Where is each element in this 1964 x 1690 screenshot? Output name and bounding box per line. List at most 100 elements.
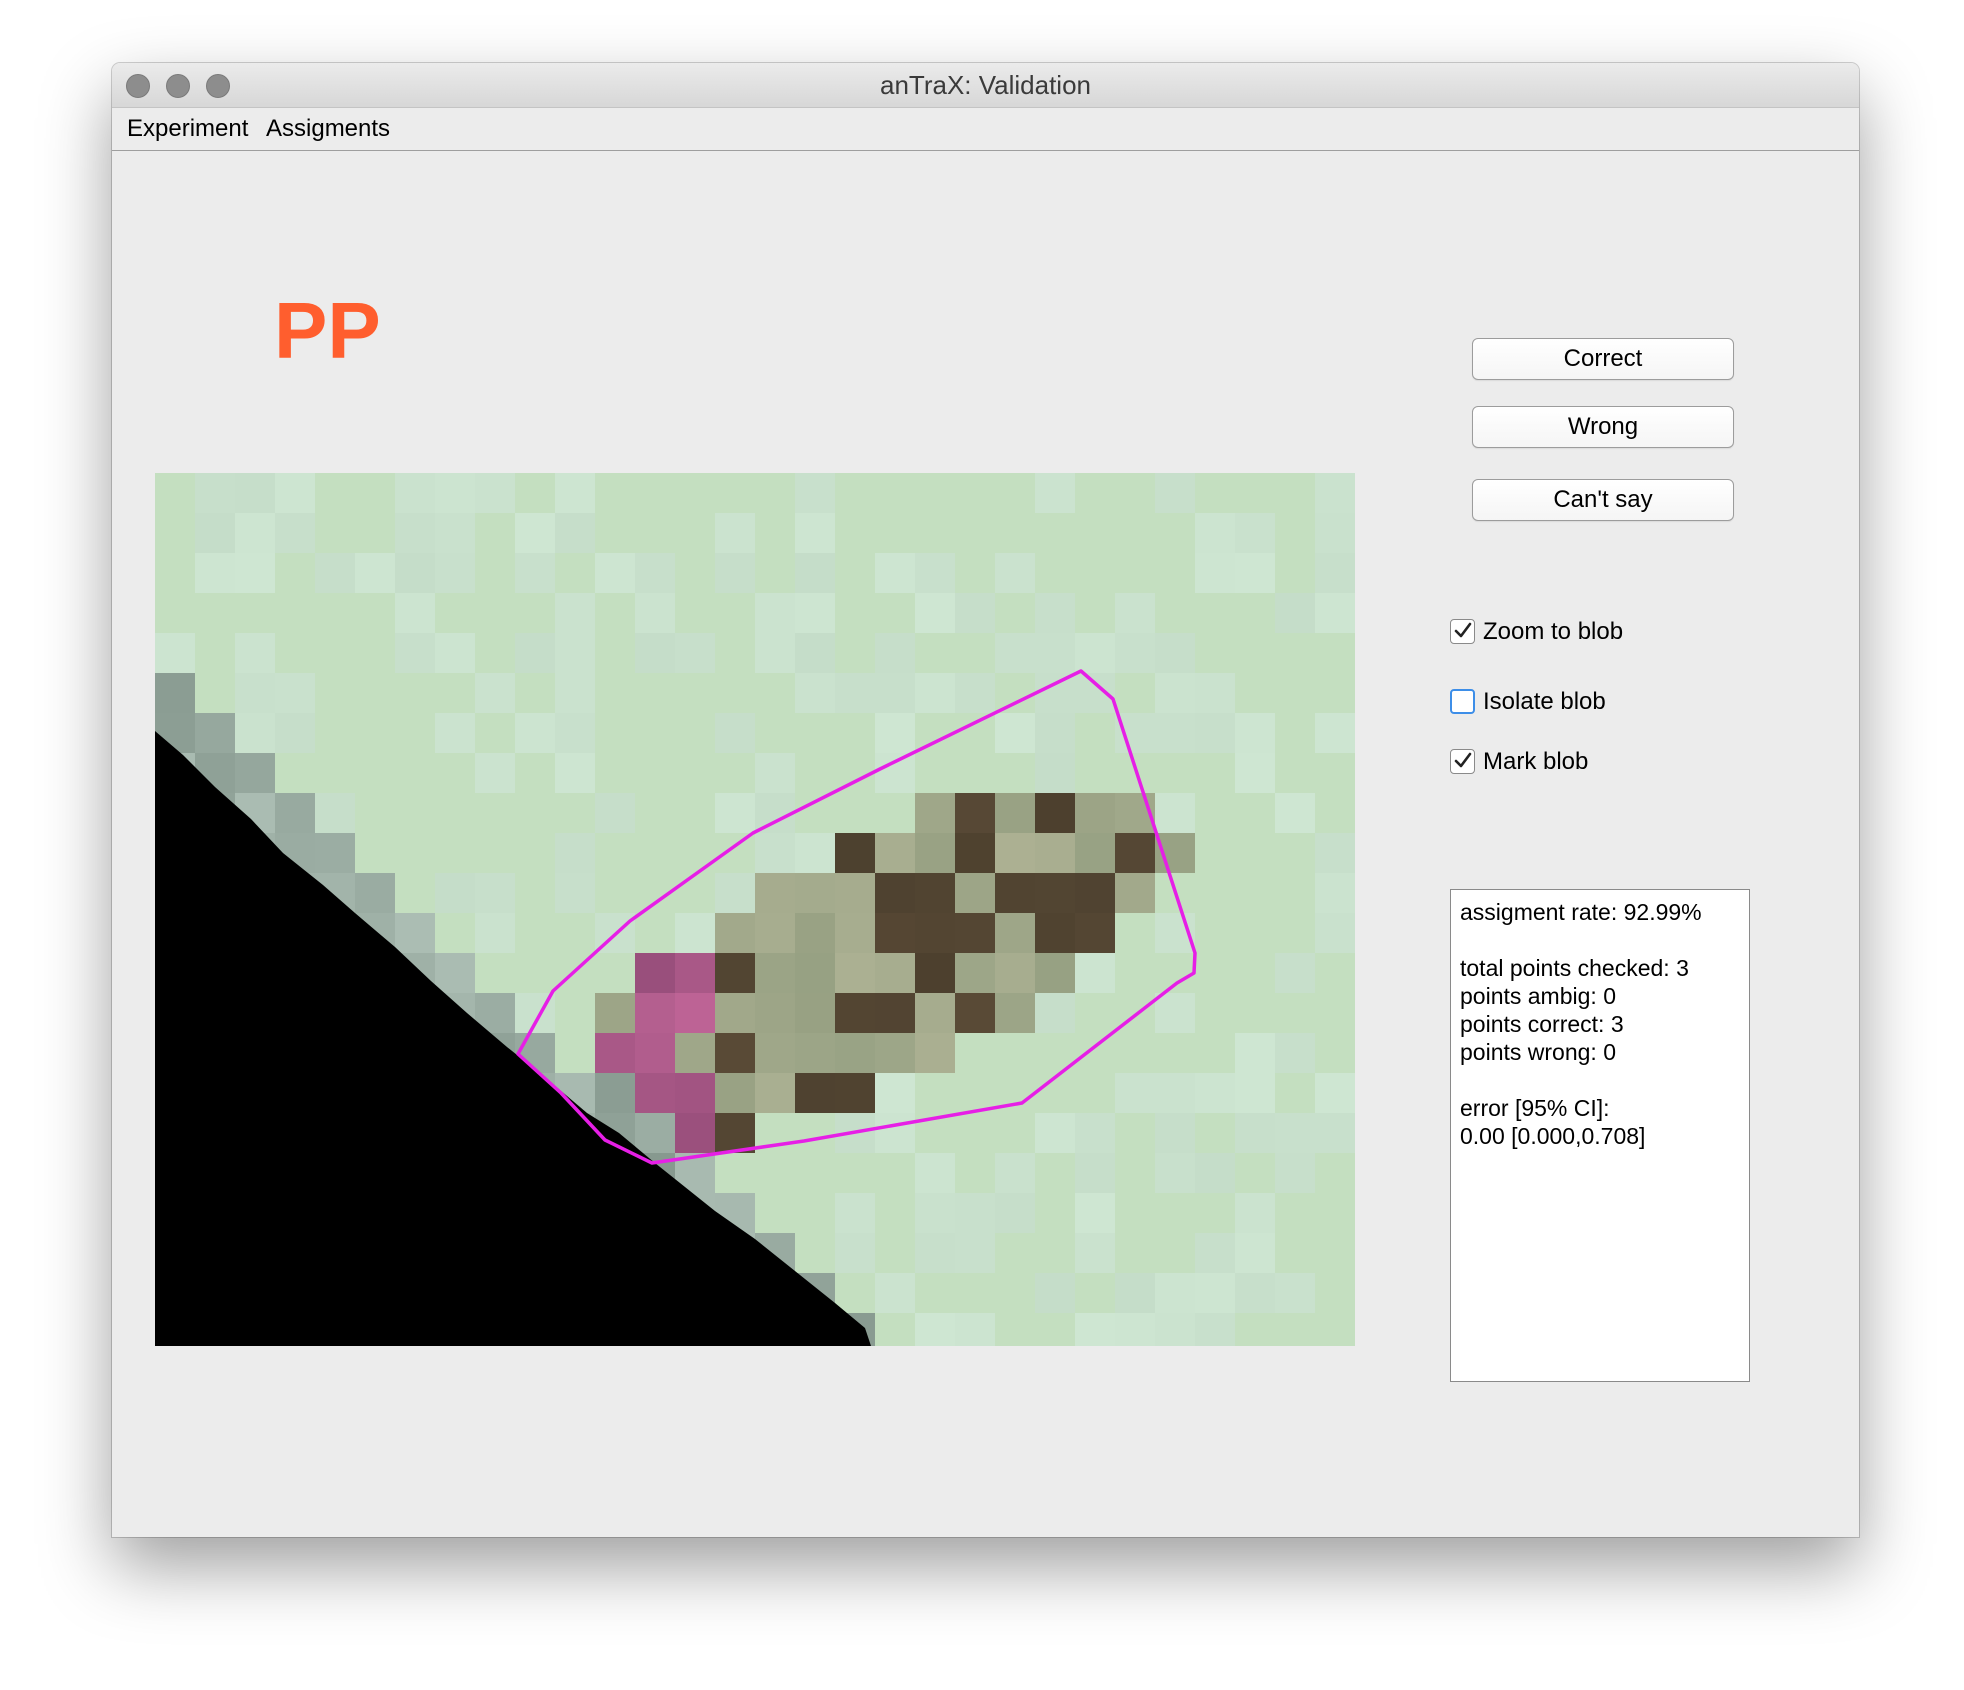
frame-pixel [235, 633, 275, 673]
frame-pixel [1155, 793, 1195, 833]
cant-say-button[interactable]: Can't say [1472, 479, 1734, 521]
frame-pixel [1155, 1153, 1195, 1193]
frame-pixel [1115, 873, 1155, 913]
frame-pixel [1155, 1273, 1195, 1313]
menu-experiment[interactable]: Experiment [127, 108, 248, 150]
frame-pixel [475, 873, 515, 913]
stats-line: total points checked: 3 [1460, 955, 1689, 981]
frame-pixel [955, 1313, 995, 1346]
frame-pixel [1075, 1153, 1115, 1193]
frame-pixel [395, 513, 435, 553]
frame-pixel [1235, 1073, 1275, 1113]
frame-pixel [435, 633, 475, 673]
frame-pixel [755, 913, 795, 953]
frame-pixel [715, 913, 755, 953]
menu-assigments[interactable]: Assigments [266, 108, 390, 150]
wrong-button[interactable]: Wrong [1472, 406, 1734, 448]
frame-pixel [275, 713, 315, 753]
frame-pixel [1195, 513, 1235, 553]
frame-pixel [875, 1273, 915, 1313]
frame-pixel [995, 833, 1035, 873]
frame-pixel [675, 1033, 715, 1073]
frame-pixel [995, 993, 1035, 1033]
frame-pixel [1235, 553, 1275, 593]
frame-pixel [835, 993, 875, 1033]
frame-pixel [1115, 593, 1155, 633]
frame-pixel [595, 553, 635, 593]
frame-pixel [635, 993, 675, 1033]
frame-pixel [875, 553, 915, 593]
stats-line [1460, 1066, 1740, 1094]
stats-line: error [95% CI]: [1460, 1095, 1610, 1121]
frame-pixel [955, 673, 995, 713]
menu-bar: Experiment Assigments [112, 108, 1859, 151]
frame-pixel [755, 873, 795, 913]
stats-line: points ambig: 0 [1460, 983, 1616, 1009]
frame-pixel [915, 1193, 955, 1233]
frame-pixel [595, 993, 635, 1033]
frame-pixel [835, 1073, 875, 1113]
frame-pixel [1075, 953, 1115, 993]
zoom-to-blob-checkbox[interactable] [1450, 619, 1475, 644]
correct-button[interactable]: Correct [1472, 338, 1734, 380]
isolate-blob-checkbox[interactable] [1450, 689, 1475, 714]
frame-pixel [515, 513, 555, 553]
frame-pixel [1115, 1273, 1155, 1313]
stats-line [1460, 926, 1740, 954]
frame-pixel [1075, 793, 1115, 833]
frame-pixel [635, 1033, 675, 1073]
title-bar[interactable]: anTraX: Validation [112, 63, 1859, 108]
frame-image-view[interactable] [155, 473, 1355, 1346]
frame-pixel [235, 473, 275, 513]
frame-pixel [795, 913, 835, 953]
frame-pixel [675, 913, 715, 953]
app-window: anTraX: Validation Experiment Assigments… [112, 63, 1859, 1537]
frame-pixel [595, 1073, 635, 1113]
frame-pixel [795, 513, 835, 553]
frame-pixel [1035, 473, 1075, 513]
frame-pixel [1275, 953, 1315, 993]
frame-pixel [835, 1033, 875, 1073]
frame-pixel [795, 953, 835, 993]
frame-pixel [515, 553, 555, 593]
frame-pixel [675, 633, 715, 673]
frame-pixel [635, 593, 675, 633]
frame-pixel [1235, 1233, 1275, 1273]
frame-pixel [315, 553, 355, 593]
frame-pixel [635, 1073, 675, 1113]
frame-pixel [915, 1033, 955, 1073]
frame-pixel [915, 553, 955, 593]
frame-pixel [715, 993, 755, 1033]
frame-pixel [755, 833, 795, 873]
frame-pixel [1315, 513, 1355, 553]
frame-pixel [515, 713, 555, 753]
frame-pixel [1035, 1113, 1075, 1153]
frame-pixel [875, 713, 915, 753]
frame-pixel [1195, 553, 1235, 593]
frame-pixel [1155, 1313, 1195, 1346]
frame-pixel [435, 473, 475, 513]
frame-pixel [995, 873, 1035, 913]
frame-pixel [395, 473, 435, 513]
frame-pixel [1035, 873, 1075, 913]
frame-pixel [555, 713, 595, 753]
mark-blob-checkbox[interactable] [1450, 749, 1475, 774]
frame-pixel [1075, 1233, 1115, 1273]
frame-pixel [275, 793, 315, 833]
frame-pixel [715, 713, 755, 753]
frame-pixel [995, 553, 1035, 593]
frame-pixel [755, 593, 795, 633]
frame-pixel [915, 993, 955, 1033]
frame-pixel [555, 873, 595, 913]
frame-pixel [1275, 793, 1315, 833]
frame-pixel [795, 473, 835, 513]
frame-pixel [635, 953, 675, 993]
frame-pixel [1115, 633, 1155, 673]
frame-pixel [875, 1033, 915, 1073]
frame-pixel [875, 953, 915, 993]
frame-image [155, 473, 1355, 1346]
frame-pixel [1155, 473, 1195, 513]
frame-pixel [155, 633, 195, 673]
frame-pixel [795, 553, 835, 593]
frame-pixel [915, 833, 955, 873]
